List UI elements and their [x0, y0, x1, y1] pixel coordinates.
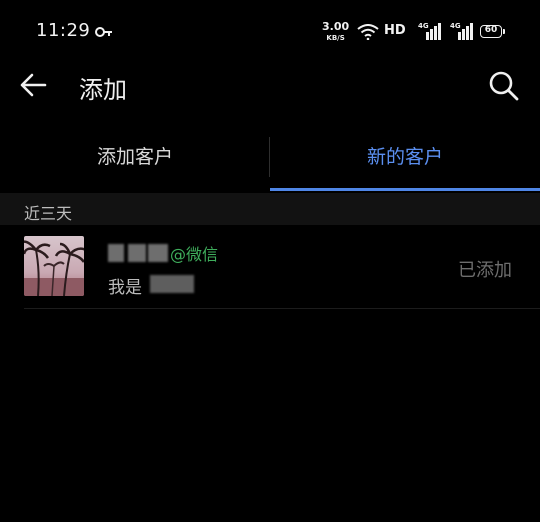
list-item[interactable]: @微信 我是 已添加	[0, 225, 540, 309]
redacted-greeting	[150, 275, 194, 293]
redacted-name-part-1	[108, 244, 124, 262]
section-header: 近三天	[0, 193, 540, 225]
redacted-name-part-2	[128, 244, 146, 262]
redacted-name-part-3	[148, 244, 168, 262]
battery-tip	[503, 29, 505, 34]
source-tag: @微信	[170, 245, 219, 264]
app-header: 添加	[0, 60, 540, 115]
list-divider	[24, 308, 540, 309]
battery-level: 60	[484, 25, 498, 35]
greeting-text: 我是	[108, 278, 142, 298]
back-arrow-icon[interactable]	[18, 70, 48, 100]
status-bar: 11:29 3.00 KB/S HD 4G 4G 60	[0, 0, 540, 64]
network-speed: 3.00 KB/S	[322, 20, 350, 43]
tab-add-customer[interactable]: 添加客户	[0, 135, 270, 193]
network-speed-value: 3.00	[322, 20, 350, 33]
search-icon[interactable]	[488, 70, 520, 102]
section-label: 近三天	[24, 204, 73, 223]
tab-bar: 添加客户 新的客户	[0, 135, 540, 193]
page-title: 添加	[79, 76, 127, 104]
hd-indicator: HD	[384, 23, 406, 38]
avatar	[24, 236, 84, 296]
status-time: 11:29	[36, 20, 91, 41]
tab-new-customer[interactable]: 新的客户	[270, 135, 540, 193]
battery-icon: 60	[480, 25, 502, 38]
key-icon	[95, 27, 112, 37]
status-badge: 已添加	[458, 260, 512, 281]
network-speed-unit: KB/S	[326, 34, 345, 42]
active-tab-indicator	[270, 188, 540, 191]
wifi-icon	[357, 24, 379, 40]
